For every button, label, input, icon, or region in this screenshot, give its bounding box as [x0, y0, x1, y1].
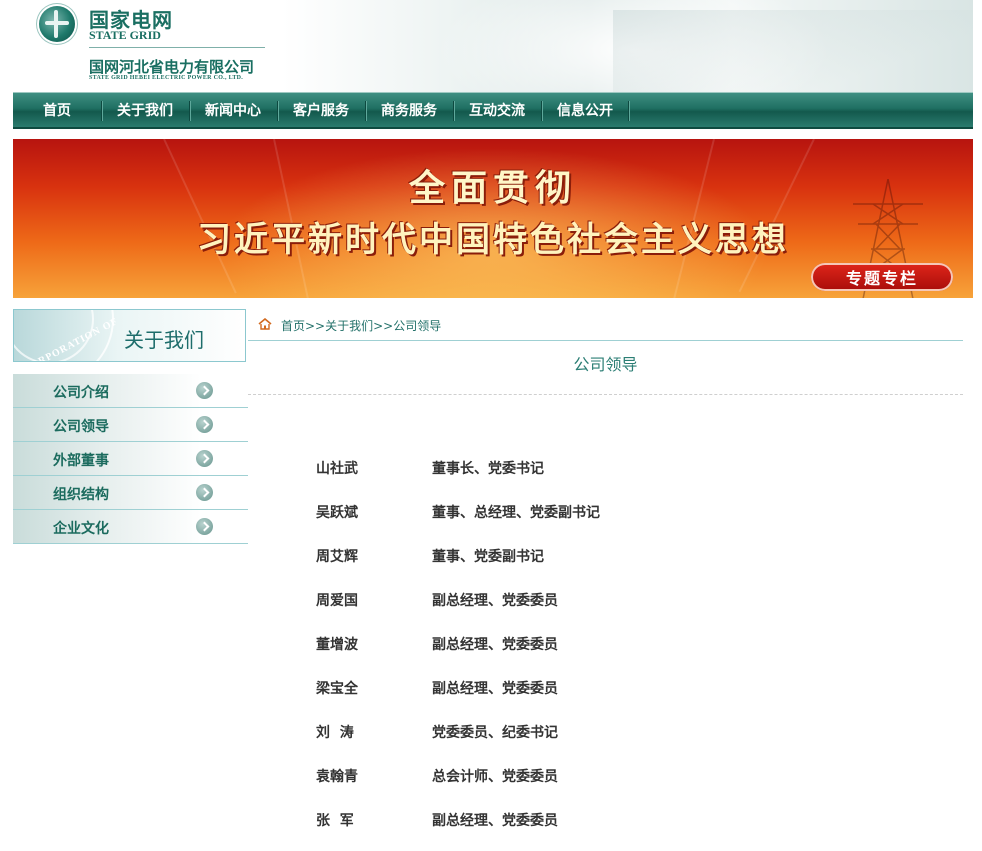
- chevron-right-icon: [196, 450, 213, 467]
- banner-subheadline: 习近平新时代中国特色社会主义思想: [197, 220, 789, 260]
- breadcrumb-bar: 首页>>关于我们>>公司领导: [248, 312, 963, 341]
- sidebar-item-external-directors[interactable]: 外部董事: [13, 442, 248, 476]
- page-title: 公司领导: [573, 355, 638, 374]
- site-header: 国家电网 STATE GRID 国网河北省电力有限公司 STATE GRID H…: [13, 0, 973, 92]
- leader-name: 吴跃斌: [316, 505, 358, 521]
- breadcrumb[interactable]: 首页>>关于我们>>公司领导: [281, 317, 441, 334]
- leader-title: 副总经理、党委委员: [432, 813, 558, 829]
- state-grid-logo-icon[interactable]: [39, 6, 75, 42]
- leader-name: 周艾辉: [316, 549, 358, 565]
- leader-name: 张 军: [316, 813, 354, 829]
- chevron-right-icon: [196, 416, 213, 433]
- banner-headline: 全面贯彻: [408, 168, 577, 209]
- leader-name: 梁宝全: [316, 681, 358, 697]
- sidebar-item-label: 组织结构: [53, 487, 109, 503]
- leader-title: 董事、总经理、党委副书记: [432, 505, 600, 521]
- company-name-cn: 国网河北省电力有限公司: [89, 58, 255, 76]
- chevron-right-icon: [196, 484, 213, 501]
- sidebar-item-company-intro[interactable]: 公司介绍: [13, 374, 248, 408]
- brand-name-en: STATE GRID: [89, 28, 161, 42]
- sidebar-item-label: 公司介绍: [53, 385, 109, 401]
- leader-name: 刘 涛: [316, 725, 354, 741]
- sidebar-item-org-structure[interactable]: 组织结构: [13, 476, 248, 510]
- leader-title: 副总经理、党委委员: [432, 681, 558, 697]
- leader-name: 山社武: [316, 461, 358, 477]
- chevron-right-icon: [196, 518, 213, 535]
- nav-item-news[interactable]: 新闻中心: [189, 93, 277, 127]
- chevron-right-icon: [196, 382, 213, 399]
- leader-title: 董事、党委副书记: [432, 549, 544, 565]
- nav-item-about[interactable]: 关于我们: [101, 93, 189, 127]
- sidebar-item-company-leaders[interactable]: 公司领导: [13, 408, 248, 442]
- leader-name: 周爱国: [316, 593, 358, 609]
- title-divider: [248, 394, 963, 395]
- home-icon: [258, 318, 272, 330]
- topic-banner[interactable]: 全面贯彻 习近平新时代中国特色社会主义思想 专题专栏: [13, 139, 973, 298]
- sidebar-menu: 公司介绍 公司领导 外部董事 组织结构 企业文化: [13, 374, 248, 544]
- nav-item-interaction[interactable]: 互动交流: [453, 93, 541, 127]
- leader-title: 副总经理、党委委员: [432, 637, 558, 653]
- brand-divider: [89, 47, 265, 48]
- sidebar-item-label: 公司领导: [53, 419, 109, 435]
- leader-title: 副总经理、党委委员: [432, 593, 558, 609]
- nav-item-info-disclosure[interactable]: 信息公开: [541, 93, 629, 127]
- nav-item-home[interactable]: 首页: [13, 93, 101, 127]
- main-nav: 首页 关于我们 新闻中心 客户服务 商务服务 互动交流 信息公开: [13, 92, 973, 129]
- leader-title: 董事长、党委书记: [432, 461, 544, 477]
- sidebar-item-label: 企业文化: [53, 521, 109, 537]
- sidebar-item-label: 外部董事: [53, 453, 109, 469]
- sidebar-title: 关于我们: [124, 328, 204, 352]
- nav-item-business-service[interactable]: 商务服务: [365, 93, 453, 127]
- leader-name: 董增波: [316, 637, 358, 653]
- sidebar-item-corporate-culture[interactable]: 企业文化: [13, 510, 248, 544]
- header-background-streak: [613, 10, 973, 92]
- nav-item-customer-service[interactable]: 客户服务: [277, 93, 365, 127]
- leader-title: 党委委员、纪委书记: [432, 725, 558, 741]
- leader-name: 袁翰青: [316, 769, 358, 785]
- company-name-en: STATE GRID HEBEI ELECTRIC POWER CO., LTD…: [89, 75, 244, 81]
- leader-title: 总会计师、党委委员: [432, 769, 558, 785]
- special-column-button[interactable]: 专题专栏: [811, 263, 953, 291]
- sidebar-header: CORPORATION OF 关于我们: [13, 309, 246, 362]
